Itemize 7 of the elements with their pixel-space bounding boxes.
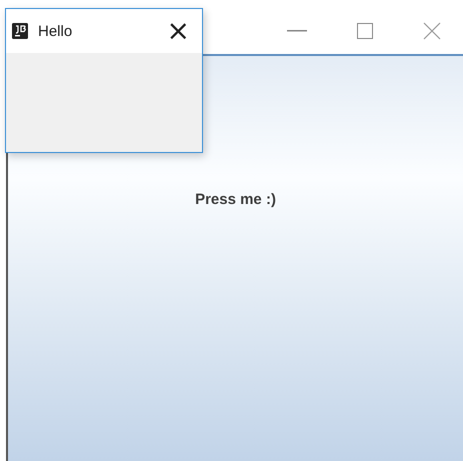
press-me-button[interactable]: Press me :) (8, 56, 463, 461)
app-logo-icon (12, 23, 28, 39)
close-icon[interactable] (423, 22, 441, 40)
minimize-icon[interactable] (287, 30, 307, 32)
close-button[interactable]: × (162, 17, 194, 45)
maximize-icon[interactable] (357, 23, 373, 39)
dialog-title: Hello (38, 22, 72, 40)
